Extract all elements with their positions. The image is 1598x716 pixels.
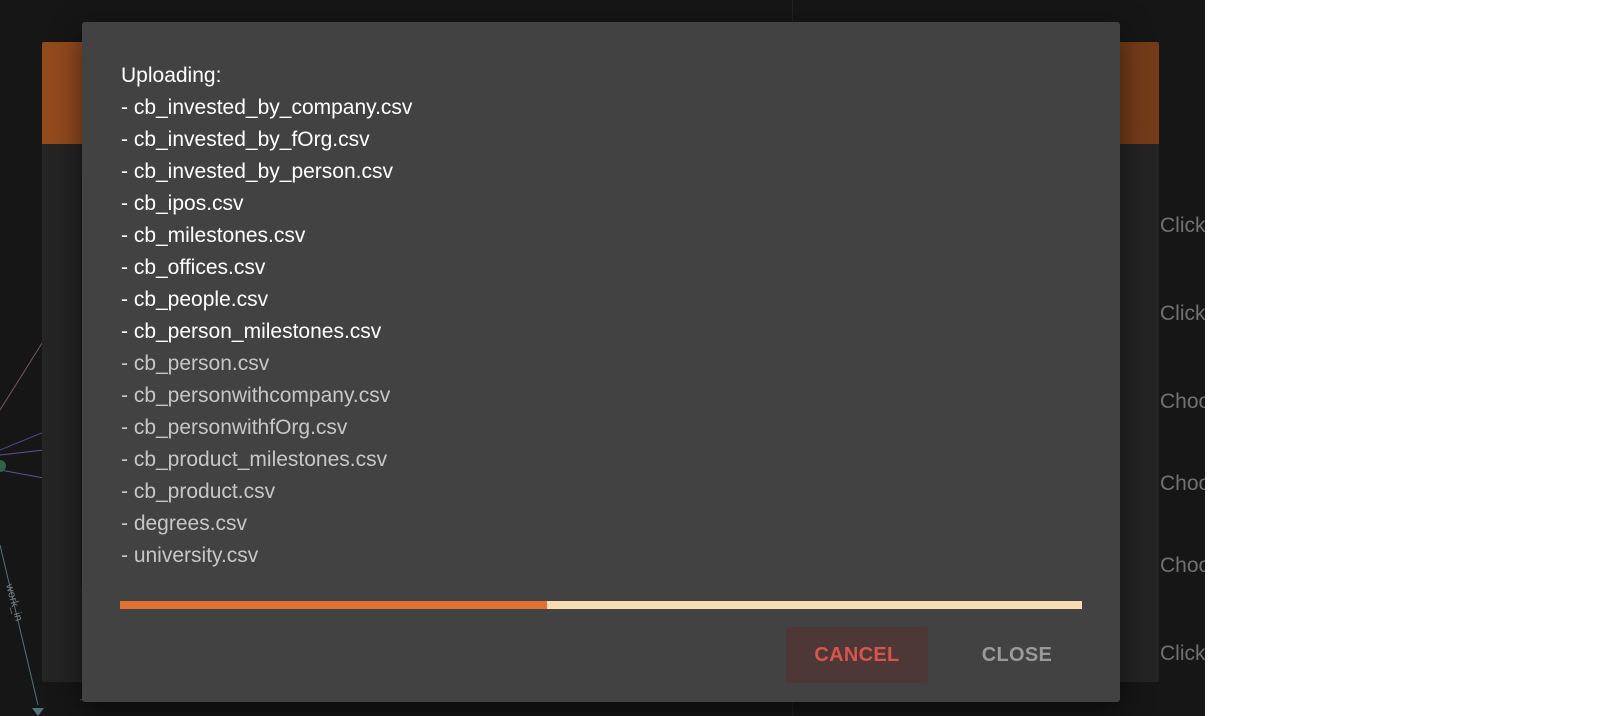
file-list-item: - cb_invested_by_person.csv xyxy=(121,160,393,183)
file-list-item: - cb_personwithcompany.csv xyxy=(121,384,391,407)
file-list-item: - university.csv xyxy=(121,544,259,567)
upload-progress-fill xyxy=(120,601,548,609)
file-list-item: - cb_product_milestones.csv xyxy=(121,448,388,471)
file-list-item: - cb_product.csv xyxy=(121,480,276,503)
cancel-button[interactable]: CANCEL xyxy=(786,627,928,683)
upload-status-text: Uploading: - cb_invested_by_company.csv -… xyxy=(121,60,1061,572)
upload-progress-bar xyxy=(120,601,1082,609)
file-list-item: - degrees.csv xyxy=(121,512,248,535)
file-list-item: - cb_people.csv xyxy=(121,288,269,311)
file-list-item: - cb_milestones.csv xyxy=(121,224,306,247)
upload-heading: Uploading: xyxy=(121,64,222,87)
close-button[interactable]: CLOSE xyxy=(946,627,1088,683)
file-list-item: - cb_offices.csv xyxy=(121,256,266,279)
file-list-item: - cb_personwithfOrg.csv xyxy=(121,416,348,439)
file-list-item: - cb_invested_by_fOrg.csv xyxy=(121,128,370,151)
upload-dialog: Uploading: - cb_invested_by_company.csv -… xyxy=(82,22,1120,702)
file-list-item: - cb_person_milestones.csv xyxy=(121,320,382,343)
file-list-item: - cb_ipos.csv xyxy=(121,192,244,215)
file-list: - cb_invested_by_company.csv - cb_investe… xyxy=(121,92,1061,572)
file-list-item: - cb_invested_by_company.csv xyxy=(121,96,413,119)
file-list-item: - cb_person.csv xyxy=(121,352,270,375)
